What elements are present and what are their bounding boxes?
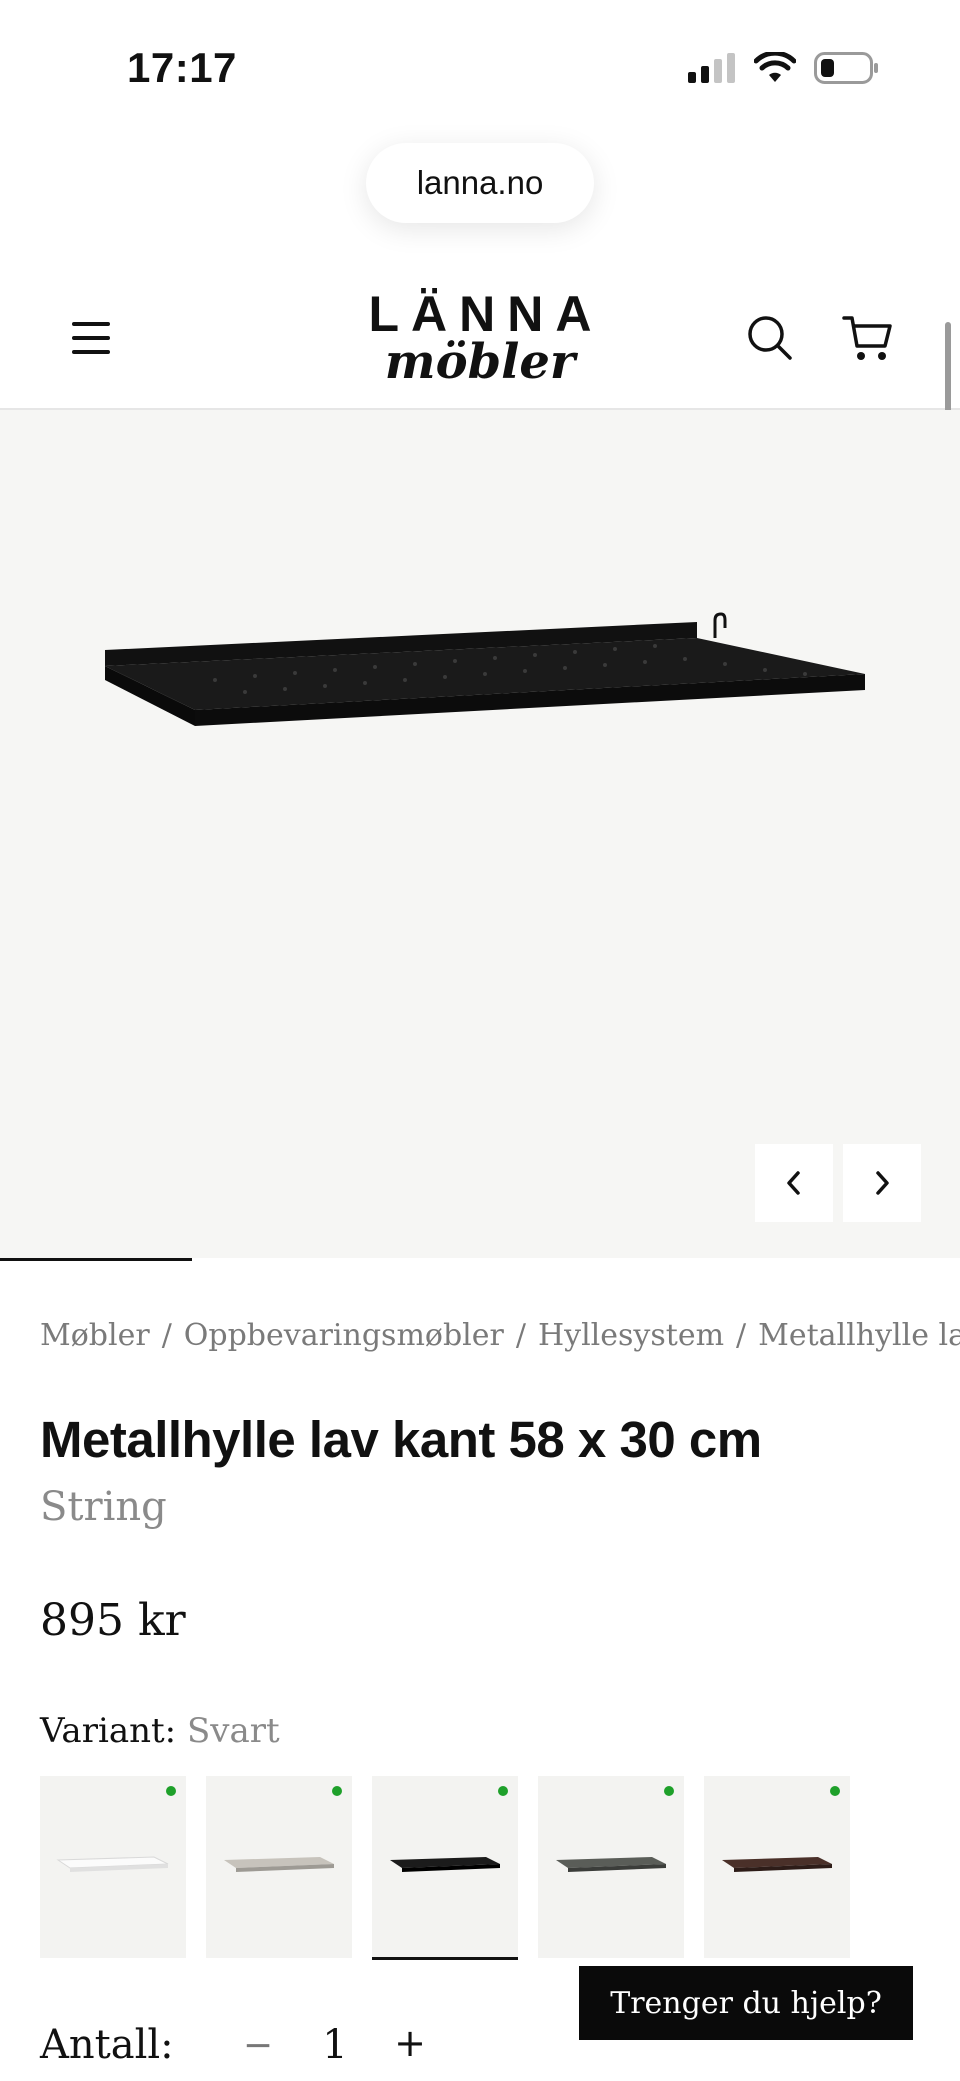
variant-swatch-selected[interactable] xyxy=(372,1776,518,1960)
availability-dot xyxy=(332,1786,342,1796)
availability-dot xyxy=(664,1786,674,1796)
breadcrumb-separator: / xyxy=(736,1318,747,1353)
swatch-image xyxy=(56,1856,169,1872)
breadcrumb: Møbler / Oppbevaringsmøbler / Hyllesystem / Me… xyxy=(40,1318,960,1353)
breadcrumb-current: Metallhylle lav kant 58 x 30 cm xyxy=(758,1318,960,1353)
breadcrumb-item[interactable]: Oppbevaringsmøbler xyxy=(184,1318,504,1353)
url-text: lanna.no xyxy=(416,164,544,201)
logo[interactable]: LÄNNA möbler xyxy=(330,288,630,388)
wifi-icon xyxy=(754,52,796,82)
chevron-left-icon xyxy=(787,1171,800,1195)
swatch-image xyxy=(722,1857,832,1872)
menu-button[interactable] xyxy=(70,320,114,356)
url-bar[interactable]: lanna.no xyxy=(366,143,594,223)
variant-label-text: Variant: xyxy=(40,1711,177,1751)
product-image xyxy=(105,612,865,726)
variant-swatch[interactable] xyxy=(704,1776,850,1958)
gallery-progress-indicator xyxy=(0,1258,192,1261)
cart-icon xyxy=(842,316,892,360)
quantity-value[interactable]: 1 xyxy=(320,2022,350,2068)
availability-dot xyxy=(830,1786,840,1796)
site-header: LÄNNA möbler xyxy=(0,270,960,410)
quantity-decrease-button[interactable]: − xyxy=(238,2020,278,2070)
breadcrumb-item[interactable]: Hyllesystem xyxy=(538,1318,724,1353)
breadcrumb-item[interactable]: Møbler xyxy=(40,1318,150,1353)
variant-label: Variant: Svart xyxy=(40,1711,280,1751)
variant-swatch[interactable] xyxy=(40,1776,186,1958)
search-icon xyxy=(748,316,792,360)
chevron-right-icon xyxy=(876,1171,889,1195)
variant-swatch[interactable] xyxy=(206,1776,352,1958)
cart-button[interactable] xyxy=(842,312,894,364)
logo-bottom: möbler xyxy=(384,334,576,390)
status-bar: 17:17 xyxy=(0,0,960,130)
swatch-image xyxy=(556,1857,666,1872)
swatch-image xyxy=(224,1857,334,1872)
status-icons xyxy=(688,52,880,84)
quantity-label: Antall: xyxy=(40,2022,174,2068)
availability-dot xyxy=(166,1786,176,1796)
signal-icon xyxy=(688,53,735,83)
variant-selected-value: Svart xyxy=(186,1711,280,1751)
menu-icon xyxy=(72,322,110,326)
gallery-next-button[interactable] xyxy=(843,1144,921,1222)
search-button[interactable] xyxy=(746,314,794,362)
swatch-image xyxy=(390,1857,500,1872)
breadcrumb-separator: / xyxy=(161,1318,172,1353)
product-gallery[interactable] xyxy=(0,410,960,1258)
product-brand[interactable]: String xyxy=(40,1484,167,1530)
product-price: 895 kr xyxy=(40,1595,186,1646)
breadcrumb-separator: / xyxy=(515,1318,526,1353)
logo-top: LÄNNA xyxy=(368,286,604,342)
quantity-increase-button[interactable]: + xyxy=(390,2018,430,2068)
battery-icon xyxy=(814,52,878,84)
variant-swatch[interactable] xyxy=(538,1776,684,1958)
gallery-prev-button[interactable] xyxy=(755,1144,833,1222)
product-title: Metallhylle lav kant 58 x 30 cm xyxy=(40,1411,762,1468)
help-button[interactable]: Trenger du hjelp? xyxy=(579,1966,913,2040)
availability-dot xyxy=(498,1786,508,1796)
status-time: 17:17 xyxy=(127,44,237,91)
